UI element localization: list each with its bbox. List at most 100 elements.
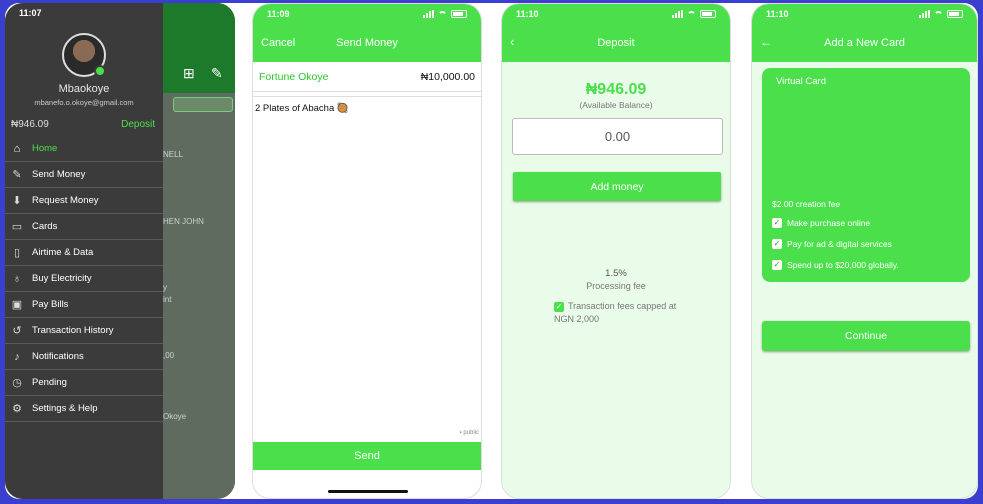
back-arrow-icon[interactable]: ← — [760, 35, 772, 49]
compose-icon: ✎ — [211, 65, 223, 81]
bg-text: y — [163, 283, 167, 292]
available-balance: ₦946.09 — [585, 81, 647, 98]
check-icon: ✓ — [772, 239, 782, 249]
bg-text: int — [163, 295, 172, 304]
battery-icon — [451, 10, 467, 18]
side-drawer: 11:07 Mbaokoye mbanefo.o.okoye@gmail.com… — [5, 3, 163, 499]
feature-label: Spend up to $20,000 globally. — [787, 260, 899, 270]
balance-label: (Available Balance) — [579, 100, 653, 110]
menu-item-label: Notifications — [32, 351, 84, 362]
fee-cap-text: Transaction fees capped at NGN 2,000 — [554, 301, 677, 324]
send-button[interactable]: Send — [253, 442, 481, 470]
deposit-link[interactable]: Deposit — [121, 119, 155, 130]
pending-icon: ◷ — [12, 377, 22, 389]
user-email: mbanefo.o.okoye@gmail.com — [34, 98, 134, 107]
add-icon: ⊞ — [183, 65, 195, 81]
feature-item: ✓ Make purchase online — [772, 218, 870, 228]
phone-deposit-screen: 11:10 Deposit ‹ ₦946.09 (Available Balan… — [501, 3, 731, 499]
menu-item-cards[interactable]: ▭ Cards — [5, 214, 163, 240]
inbox-icon: ⬇ — [12, 195, 22, 207]
check-icon: ✓ — [554, 301, 564, 312]
card-title: Virtual Card — [776, 76, 826, 87]
menu-item-label: Send Money — [32, 169, 86, 180]
fee-cap-note: ✓ Transaction fees capped at NGN 2,000 — [554, 300, 694, 326]
status-bar: 11:07 — [5, 3, 163, 23]
add-money-button[interactable]: Add money — [513, 172, 721, 201]
user-name: Mbaokoye — [58, 83, 110, 95]
creation-fee: $2.00 creation fee — [772, 199, 841, 209]
amount-input[interactable]: 0.00 — [512, 118, 723, 155]
signal-icon — [919, 10, 930, 18]
menu-item-home[interactable]: ⌂ Home — [5, 136, 163, 162]
signal-icon — [423, 10, 434, 18]
menu-item-label: Buy Electricity — [32, 273, 92, 284]
menu-item-label: Cards — [32, 221, 58, 232]
wifi-icon — [438, 10, 447, 18]
showcase-canvas: ⊞ ✎ NELL HEN JOHN y int ,00 Okoye 11:07 … — [5, 3, 978, 499]
status-bar: 11:09 — [253, 4, 481, 24]
menu-item-send-money[interactable]: ✎ Send Money — [5, 162, 163, 188]
fee-label: Processing fee — [586, 281, 646, 291]
status-time: 11:09 — [267, 9, 290, 19]
menu-item-label: Pending — [32, 377, 67, 388]
signal-icon — [672, 10, 683, 18]
bg-text: ,00 — [163, 351, 175, 360]
menu-item-label: Request Money — [32, 195, 99, 206]
background-home-screen: ⊞ ✎ NELL HEN JOHN y int ,00 Okoye — [163, 3, 235, 499]
check-icon: ✓ — [772, 218, 782, 228]
status-time: 11:10 — [516, 9, 539, 19]
home-icon: ⌂ — [13, 142, 21, 155]
bg-text: NELL — [163, 150, 184, 159]
check-icon: ✓ — [772, 260, 782, 270]
recipient-name: Fortune Okoye — [259, 70, 329, 83]
menu-item-buy-electricity[interactable]: ♁ Buy Electricity — [5, 266, 163, 292]
feature-label: Pay for ad & digital services — [787, 239, 892, 249]
nav-bar: 11:10 Deposit ‹ — [502, 4, 730, 62]
edit-icon: ✎ — [12, 169, 22, 181]
menu-item-notifications[interactable]: ♪ Notifications — [5, 344, 163, 370]
camera-badge-icon[interactable] — [94, 65, 106, 77]
fee-percent: 1.5% — [605, 268, 627, 279]
status-time: 11:10 — [766, 9, 789, 19]
battery-icon — [947, 10, 963, 18]
bg-text: Okoye — [163, 412, 187, 421]
amount-value: ₦10,000.00 — [420, 70, 475, 83]
battery-icon — [700, 10, 716, 18]
cash-button-bg — [173, 97, 233, 112]
menu-item-label: Settings & Help — [32, 403, 98, 414]
feature-item: ✓ Pay for ad & digital services — [772, 239, 892, 249]
bg-text: HEN JOHN — [163, 217, 204, 226]
nav-bar: 11:09 Send Money Cancel — [253, 4, 481, 62]
phone-send-money-screen: 11:09 Send Money Cancel Fortune Okoye ₦1… — [252, 3, 482, 499]
menu-item-pending[interactable]: ◷ Pending — [5, 370, 163, 396]
drawer-menu: ⌂ Home ✎ Send Money ⬇ Request Money ▭ Cards … — [5, 136, 163, 422]
menu-item-transaction-history[interactable]: ↺ Transaction History — [5, 318, 163, 344]
feature-item: ✓ Spend up to $20,000 globally. — [772, 260, 899, 270]
gear-icon: ⚙ — [12, 403, 22, 415]
phone-icon: ▯ — [13, 247, 21, 259]
nav-bar: 11:10 Add a New Card ← — [752, 4, 977, 62]
cancel-button[interactable]: Cancel — [261, 37, 295, 49]
balance-amount: ₦946.09 — [11, 119, 49, 130]
menu-item-request-money[interactable]: ⬇ Request Money — [5, 188, 163, 214]
wifi-icon — [687, 10, 696, 18]
continue-button[interactable]: Continue — [762, 321, 970, 351]
menu-item-settings-help[interactable]: ⚙ Settings & Help — [5, 396, 163, 422]
avatar[interactable] — [62, 33, 106, 77]
privacy-toggle[interactable]: ▪ public — [460, 430, 479, 436]
wifi-icon — [934, 10, 943, 18]
status-bar: 11:10 — [502, 4, 730, 24]
menu-item-label: Home — [32, 143, 58, 154]
menu-item-airtime-data[interactable]: ▯ Airtime & Data — [5, 240, 163, 266]
cash-icon: ▣ — [11, 299, 23, 311]
virtual-card-panel: Virtual Card $2.00 creation fee ✓ Make pu… — [762, 68, 970, 282]
status-time: 11:07 — [19, 8, 42, 18]
bulb-icon: ♁ — [12, 272, 22, 285]
menu-item-pay-bills[interactable]: ▣ Pay Bills — [5, 292, 163, 318]
note-field[interactable]: 2 Plates of Abacha 🥘 — [253, 96, 481, 431]
back-icon[interactable]: ‹ — [510, 34, 514, 49]
menu-item-label: Pay Bills — [32, 299, 69, 310]
menu-item-label: Airtime & Data — [32, 247, 94, 258]
recipient-row[interactable]: Fortune Okoye ₦10,000.00 — [253, 62, 481, 92]
home-indicator — [328, 490, 408, 493]
